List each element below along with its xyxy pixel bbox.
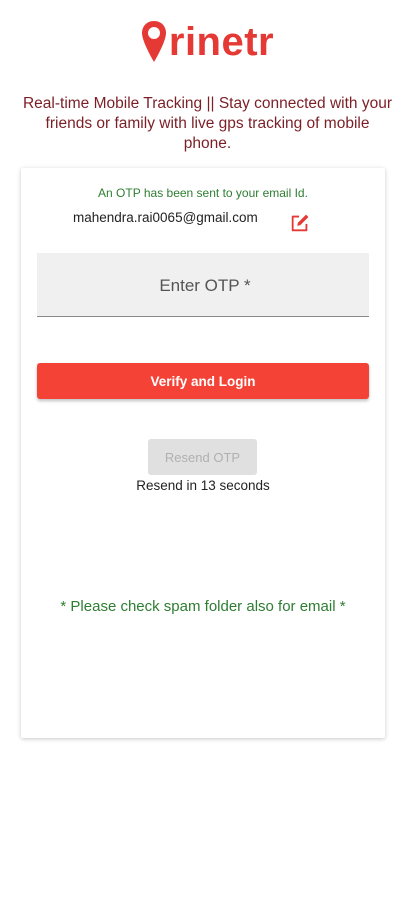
- brand-name: rinetr: [168, 20, 275, 64]
- otp-card: An OTP has been sent to your email Id. m…: [21, 168, 385, 738]
- spam-folder-note: * Please check spam folder also for emai…: [60, 598, 346, 615]
- app-logo: rinetr: [0, 20, 415, 64]
- otp-field[interactable]: [37, 253, 373, 318]
- resend-timer-text: Resend in 13 seconds: [136, 478, 270, 493]
- app-tagline: Real-time Mobile Tracking || Stay connec…: [22, 95, 393, 152]
- resend-otp-button[interactable]: Resend OTP: [148, 439, 257, 475]
- otp-input[interactable]: [37, 253, 373, 318]
- location-pin-icon: [141, 21, 166, 62]
- verify-and-login-button[interactable]: Verify and Login: [37, 363, 369, 399]
- email-address: mahendra.rai0065@gmail.com: [73, 210, 258, 225]
- edit-icon[interactable]: [289, 212, 311, 234]
- otp-login-screen: rinetr Real-time Mobile Tracking || Stay…: [0, 0, 415, 900]
- otp-sent-message: An OTP has been sent to your email Id.: [98, 186, 308, 200]
